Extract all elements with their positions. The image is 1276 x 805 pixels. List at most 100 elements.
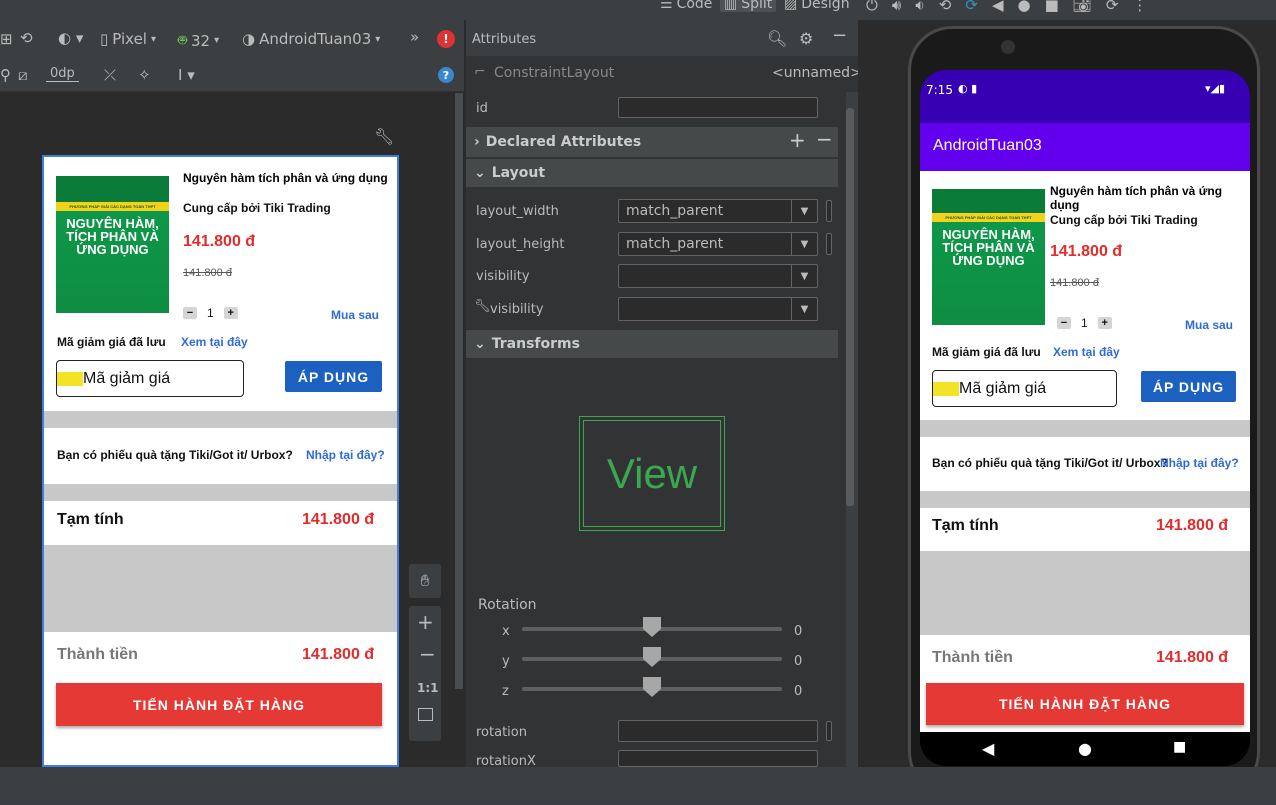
rotate-left-icon[interactable]: ⟲ <box>939 0 952 14</box>
chevron-down-icon: ▼ <box>791 298 817 320</box>
autoconnect-icon[interactable]: ⧄ <box>18 66 28 84</box>
status-bar: 7:15 ◐ ▮ ▾◢▮ <box>920 70 1250 123</box>
nav-home-icon[interactable]: ● <box>1078 739 1092 758</box>
pan-icon[interactable]: ✋︎ <box>409 564 441 598</box>
rotation-x-label: x <box>502 624 510 639</box>
screenshot-icon[interactable]: 📷︎ <box>1073 0 1092 14</box>
nav-overview-icon[interactable]: ■ <box>1173 739 1186 755</box>
enter-here-link[interactable]: Nhập tại đây? <box>1160 456 1239 470</box>
checkout-button[interactable]: TIẾN HÀNH ĐẶT HÀNG <box>926 683 1244 725</box>
canvas-scrollbar[interactable] <box>455 93 463 689</box>
emulator-screen[interactable]: 7:15 ◐ ▮ ▾◢▮ AndroidTuan03 PHƯƠNG PHÁP G… <box>920 70 1250 766</box>
coupon-input[interactable]: Mã giảm giá <box>56 360 244 397</box>
rotation-y-thumb[interactable] <box>643 647 661 667</box>
rotation-x-thumb[interactable] <box>643 617 661 637</box>
design-icon: ▨ <box>784 0 798 12</box>
split-mode-button[interactable]: ▥ Split <box>720 0 777 12</box>
apply-button[interactable]: ÁP DỤNG <box>1141 371 1236 402</box>
layout-height-select[interactable]: match_parent ▼ <box>618 232 818 256</box>
status-icons-left: ◐ ▮ <box>958 82 978 95</box>
zoom-actual-size[interactable]: 1:1 <box>417 681 439 695</box>
book-banner: PHƯƠNG PHÁP GIẢI CÁC DẠNG TOÁN THPT <box>56 202 169 211</box>
orientation-icon[interactable]: ⟲ <box>20 29 33 47</box>
zoom-in-icon[interactable]: + <box>417 610 434 634</box>
buy-later-link[interactable]: Mua sau <box>331 308 379 322</box>
declared-attributes-section[interactable]: › Declared Attributes <box>466 127 838 157</box>
design-label: Design <box>801 0 850 12</box>
overview-icon[interactable]: ■ <box>1045 0 1059 14</box>
home-icon[interactable]: ● <box>1017 0 1030 14</box>
nav-back-icon[interactable]: ◀ <box>982 739 994 758</box>
editor-mode-bar: ☰ Code ▥ Split ▨ Design ⏻ 🔊︎ 🔉︎ ⟲ ⟳ ◀ ● ■ 📷… <box>0 0 1276 20</box>
volume-down-icon[interactable]: 🔉︎ <box>915 0 924 14</box>
camera-icon <box>1001 40 1015 54</box>
coupon-input[interactable]: Mã giảm giá <box>932 370 1117 407</box>
error-icon[interactable]: ! <box>437 30 455 48</box>
back-icon[interactable]: ◀ <box>992 0 1004 14</box>
layout-section[interactable]: ⌄ Layout <box>466 159 838 187</box>
saved-coupon-label: Mã giảm giá đã lưu <box>932 345 1041 359</box>
book-cover-image: PHƯƠNG PHÁP GIẢI CÁC DẠNG TOÁN THPT NGUY… <box>932 189 1045 325</box>
layout-width-select[interactable]: match_parent ▼ <box>618 199 818 223</box>
zoom-fit-icon[interactable] <box>418 708 433 721</box>
help-icon[interactable]: ? <box>438 67 454 83</box>
resource-picker[interactable] <box>826 233 832 255</box>
view-here-link[interactable]: Xem tại đây <box>181 335 248 349</box>
add-attribute-icon[interactable]: + <box>789 128 806 152</box>
attributes-scrollbar[interactable] <box>846 108 854 506</box>
visibility-select[interactable]: ▼ <box>618 264 818 288</box>
remove-attribute-icon[interactable]: − <box>816 127 833 151</box>
api-selector[interactable]: 🤖︎ 32 ▾ <box>178 30 219 51</box>
total-value: 141.800 đ <box>1156 649 1229 666</box>
apply-button[interactable]: ÁP DỤNG <box>285 361 382 392</box>
plus-button[interactable]: + <box>1097 317 1112 329</box>
default-margin[interactable]: 0dp <box>46 66 79 82</box>
app-theme-selector[interactable]: ◑ AndroidTuan03 ▾ <box>242 30 380 48</box>
rotationx-field[interactable] <box>618 750 818 767</box>
app-bar: AndroidTuan03 <box>920 123 1250 171</box>
minus-button[interactable]: − <box>183 307 197 319</box>
buy-later-link[interactable]: Mua sau <box>1185 318 1233 332</box>
theme-icon[interactable]: ◐ ▾ <box>58 29 83 47</box>
id-field[interactable] <box>618 97 818 118</box>
coupon-highlight <box>57 371 83 386</box>
old-price: 141.800 đ <box>1050 277 1099 289</box>
transforms-label: Transforms <box>491 336 580 352</box>
more-icon[interactable]: ⋮ <box>1132 0 1147 14</box>
power-icon[interactable]: ⏻ <box>866 0 878 14</box>
minus-button[interactable]: − <box>1057 317 1071 329</box>
infer-constraints-icon[interactable]: ✧ <box>138 66 151 84</box>
plus-button[interactable]: + <box>223 307 238 319</box>
rotate-right-icon[interactable]: ⟳ <box>965 0 978 14</box>
emulator-panel: 7:15 ◐ ▮ ▾◢▮ AndroidTuan03 PHƯƠNG PHÁP G… <box>858 20 1276 796</box>
attributes-body: id › Declared Attributes + − ⌄ Layout layo… <box>466 92 846 769</box>
minimize-icon[interactable]: − <box>832 25 847 46</box>
resource-picker[interactable] <box>826 721 832 741</box>
guidelines-icon[interactable]: I ▾ <box>178 66 195 84</box>
enter-here-link[interactable]: Nhập tại đây? <box>306 448 385 462</box>
book-title: NGUYÊN HÀM, TÍCH PHÂN VÀ ỨNG DỤNG <box>942 227 1035 268</box>
snapshot-icon[interactable]: ⟳ <box>1106 0 1119 14</box>
checkout-button[interactable]: TIẾN HÀNH ĐẶT HÀNG <box>56 683 382 726</box>
code-mode-button[interactable]: ☰ Code <box>660 0 712 12</box>
volume-up-icon[interactable]: 🔊︎ <box>892 0 901 14</box>
view-here-link[interactable]: Xem tại đây <box>1053 345 1120 359</box>
design-mode-button[interactable]: ▨ Design <box>784 0 850 12</box>
view-options-icon[interactable]: ⚲ <box>0 66 11 84</box>
rotation-title: Rotation <box>478 597 537 613</box>
layers-icon[interactable]: ⊞ <box>0 30 13 48</box>
rotation-z-thumb[interactable] <box>643 677 661 697</box>
wrench-icon[interactable]: 🔧︎ <box>374 127 394 146</box>
design-preview[interactable]: PHƯƠNG PHÁP GIẢI CÁC DẠNG TOÁN THPT NGUY… <box>42 155 399 767</box>
zoom-out-icon[interactable]: − <box>419 642 436 666</box>
tools-visibility-select[interactable]: ▼ <box>618 297 818 321</box>
clear-constraints-icon[interactable]: ⤫ <box>104 66 116 84</box>
overflow-button[interactable]: » <box>410 28 419 46</box>
resource-picker[interactable] <box>826 200 832 222</box>
rotation-z-value: 0 <box>794 684 803 699</box>
rotation-field[interactable] <box>618 720 818 742</box>
transforms-section[interactable]: ⌄ Transforms <box>466 330 838 358</box>
gear-icon[interactable]: ⚙ <box>799 29 813 48</box>
search-icon[interactable]: 🔍︎ <box>767 29 787 48</box>
device-selector[interactable]: ▯ Pixel ▾ <box>100 30 156 48</box>
